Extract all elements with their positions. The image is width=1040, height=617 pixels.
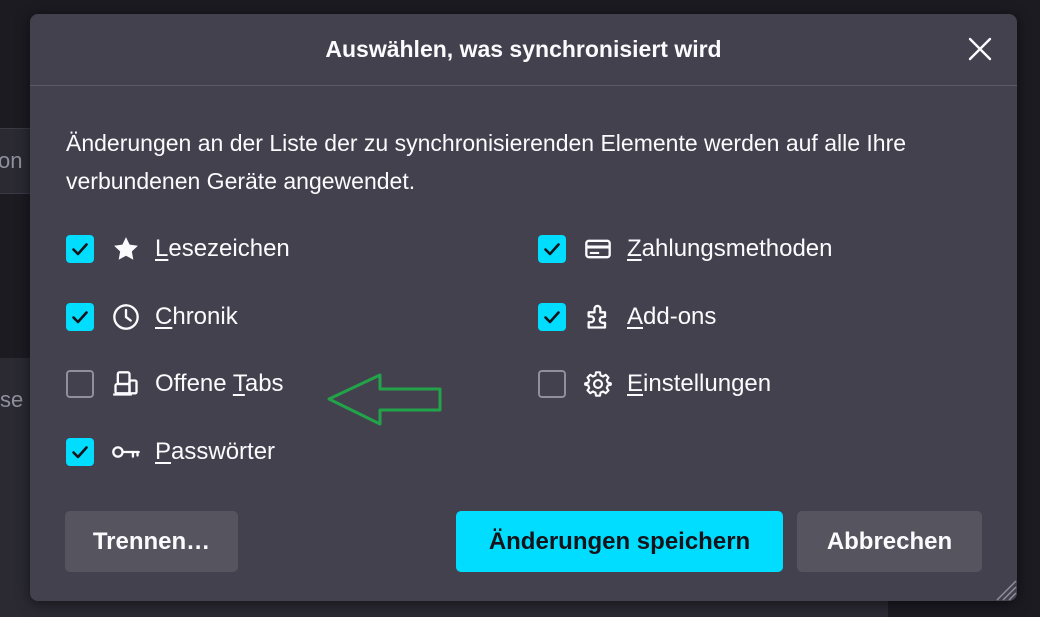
- checkbox-open-tabs[interactable]: [66, 370, 94, 398]
- checkmark-icon: [72, 446, 88, 459]
- checkmark-icon: [72, 311, 88, 324]
- checkbox-bookmarks[interactable]: [66, 235, 94, 263]
- close-button[interactable]: [965, 34, 995, 64]
- option-label: Add-ons: [627, 303, 717, 330]
- option-payment-methods[interactable]: Zahlungsmethoden: [538, 232, 833, 266]
- option-label: Einstellungen: [627, 370, 772, 397]
- annotation-arrow-icon: [327, 373, 442, 426]
- credit-card-icon: [583, 234, 613, 264]
- option-label: Passwörter: [155, 438, 276, 465]
- dialog-header: Auswählen, was synchronisiert wird: [30, 14, 1017, 86]
- save-changes-button[interactable]: Änderungen speichern: [456, 511, 783, 572]
- option-settings[interactable]: Einstellungen: [538, 367, 771, 401]
- option-open-tabs[interactable]: Offene Tabs: [66, 367, 284, 401]
- cancel-button[interactable]: Abbrechen: [797, 511, 982, 572]
- checkmark-icon: [72, 243, 88, 256]
- option-bookmarks[interactable]: Lesezeichen: [66, 232, 290, 266]
- option-label: Offene Tabs: [155, 370, 284, 397]
- option-label: Chronik: [155, 303, 238, 330]
- checkbox-payment-methods[interactable]: [538, 235, 566, 263]
- background-text-fragment: se: [0, 387, 24, 412]
- checkbox-settings[interactable]: [538, 370, 566, 398]
- checkbox-history[interactable]: [66, 303, 94, 331]
- close-icon: [968, 37, 992, 61]
- synced-tabs-icon: [111, 369, 141, 399]
- disconnect-button[interactable]: Trennen…: [65, 511, 238, 572]
- star-icon: [111, 234, 141, 264]
- clock-icon: [111, 302, 141, 332]
- checkmark-icon: [544, 311, 560, 324]
- checkmark-icon: [544, 243, 560, 256]
- key-icon: [111, 437, 141, 467]
- dialog-title: Auswählen, was synchronisiert wird: [325, 36, 722, 62]
- dialog-description: Änderungen an der Liste der zu synchroni…: [66, 130, 907, 194]
- checkbox-addons[interactable]: [538, 303, 566, 331]
- resize-grip-icon[interactable]: [985, 569, 1017, 601]
- option-passwords[interactable]: Passwörter: [66, 435, 275, 469]
- sync-settings-dialog: Auswählen, was synchronisiert wird Änder…: [30, 14, 1017, 601]
- option-addons[interactable]: Add-ons: [538, 300, 716, 334]
- option-label: Lesezeichen: [155, 235, 290, 262]
- option-label: Zahlungsmethoden: [627, 235, 833, 262]
- gear-icon: [583, 369, 613, 399]
- background-text-fragment: on: [0, 148, 23, 173]
- option-history[interactable]: Chronik: [66, 300, 238, 334]
- puzzle-icon: [583, 302, 613, 332]
- checkbox-passwords[interactable]: [66, 438, 94, 466]
